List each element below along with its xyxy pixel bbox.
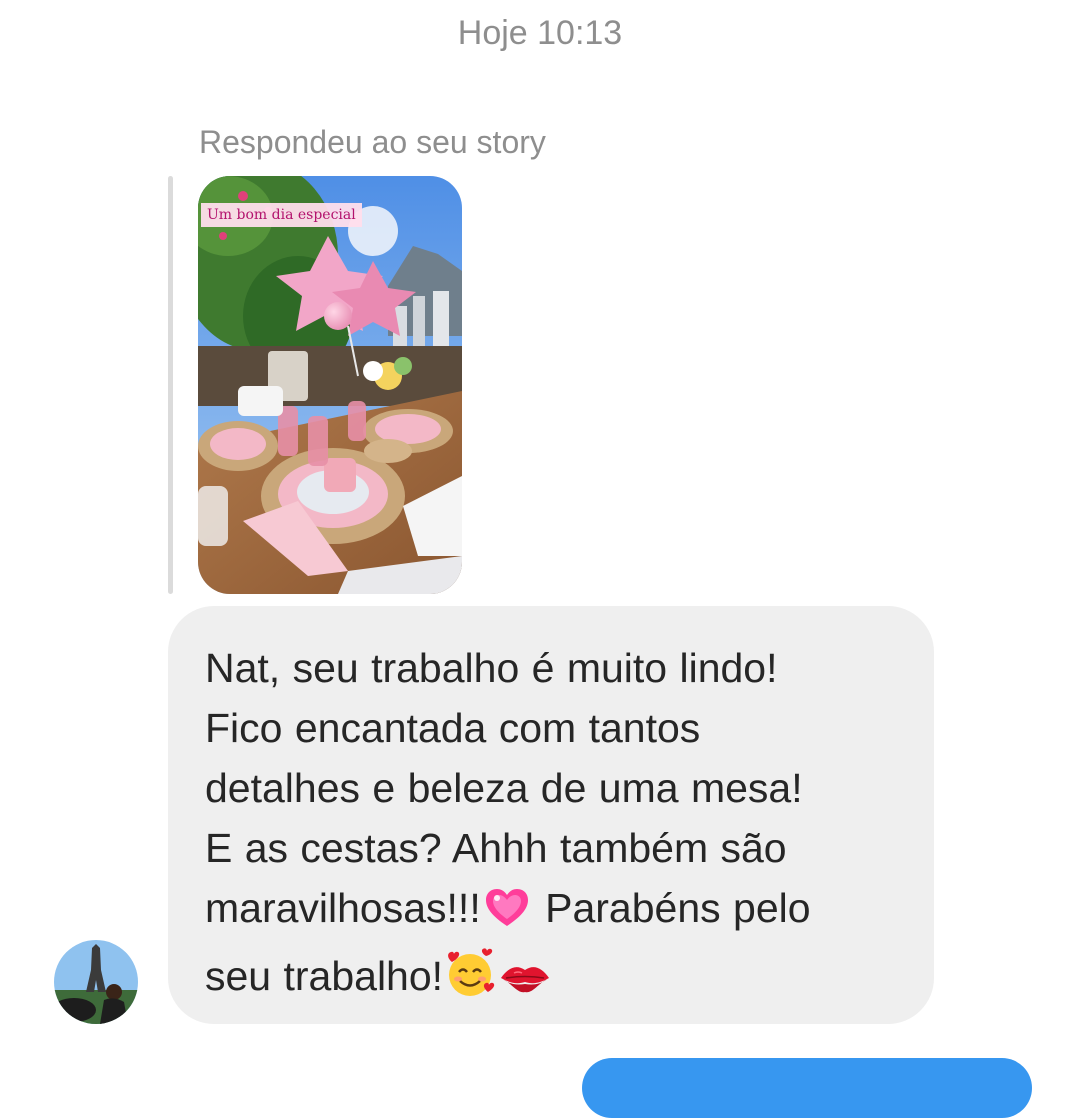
story-photo: [198, 176, 462, 594]
message-text: Nat, seu trabalho é muito lindo! Fico en…: [205, 638, 904, 1014]
message-line-5a: maravilhosas!!!: [205, 885, 481, 931]
message-line-1: Nat, seu trabalho é muito lindo!: [205, 645, 778, 691]
message-timestamp: Hoje 10:13: [457, 14, 623, 52]
sent-message-bubble[interactable]: [582, 1058, 1032, 1118]
message-line-5b: Parabéns pelo: [532, 885, 811, 931]
message-line-3: detalhes e beleza de uma mesa!: [205, 765, 803, 811]
story-thumbnail[interactable]: Um bom dia especial: [198, 176, 462, 594]
message-line-6: seu trabalho!: [205, 953, 444, 999]
kiss-mark-icon: [498, 954, 552, 1014]
message-line-2: Fico encantada com tantos: [205, 705, 701, 751]
message-bubble[interactable]: Nat, seu trabalho é muito lindo! Fico en…: [168, 606, 934, 1024]
reply-quote-bar: [168, 176, 173, 594]
smiling-face-with-hearts-icon: [444, 948, 496, 1014]
profile-avatar[interactable]: [54, 940, 138, 1024]
sparkling-heart-icon: [482, 886, 532, 946]
story-reply-label: Respondeu ao seu story: [199, 124, 546, 160]
message-line-4: E as cestas? Ahhh também são: [205, 825, 787, 871]
story-caption: Um bom dia especial: [201, 203, 362, 227]
